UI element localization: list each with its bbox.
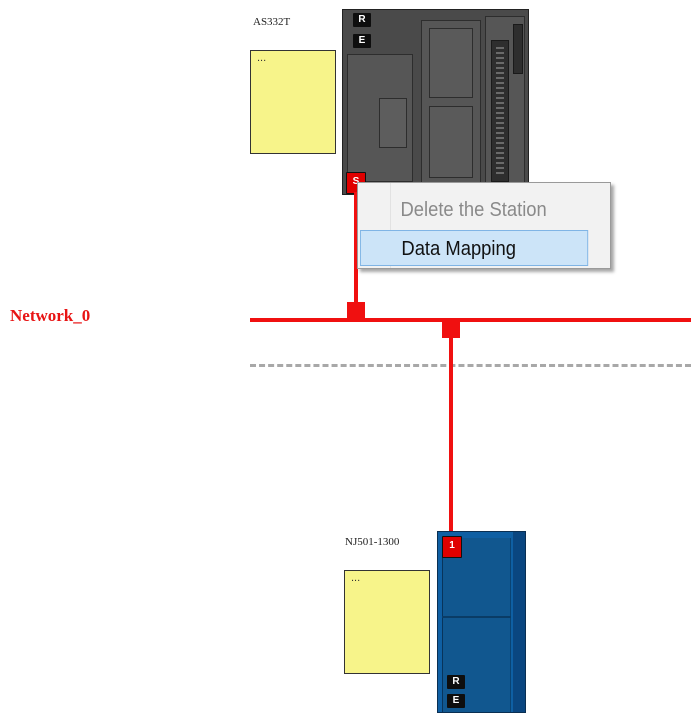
nj501-side-edge xyxy=(513,532,525,712)
comment-box-as332t[interactable]: ... xyxy=(250,50,336,154)
device-label-as332t: AS332T xyxy=(253,16,291,28)
network-label: Network_0 xyxy=(10,306,91,325)
run-status-tag-nj501: R xyxy=(447,675,465,689)
io-module-lower-panel xyxy=(429,106,473,178)
terminal-connector xyxy=(491,40,509,182)
cpu-module-panel xyxy=(379,98,407,148)
network-dashed-separator xyxy=(250,364,691,367)
small-terminal-connector xyxy=(513,24,523,74)
io-module-upper-panel xyxy=(429,28,473,98)
bus-node-as332t[interactable] xyxy=(347,302,365,318)
plc-device-as332t[interactable]: R E xyxy=(342,9,529,195)
connection-line-nj501 xyxy=(449,334,453,538)
network-bus-line[interactable] xyxy=(250,318,691,322)
device-label-nj501: NJ501-1300 xyxy=(345,536,400,548)
error-status-tag: E xyxy=(353,34,371,48)
error-status-tag-nj501: E xyxy=(447,694,465,708)
network-port-tag-nj501[interactable]: 1 xyxy=(442,536,462,558)
context-menu: Delete the Station Data Mapping xyxy=(357,182,611,269)
menu-item-data-mapping[interactable]: Data Mapping xyxy=(360,230,589,266)
comment-box-nj501[interactable]: ... xyxy=(344,570,430,674)
nj501-divider xyxy=(442,616,511,618)
menu-item-delete-station[interactable]: Delete the Station xyxy=(360,192,588,228)
run-status-tag: R xyxy=(353,13,371,27)
